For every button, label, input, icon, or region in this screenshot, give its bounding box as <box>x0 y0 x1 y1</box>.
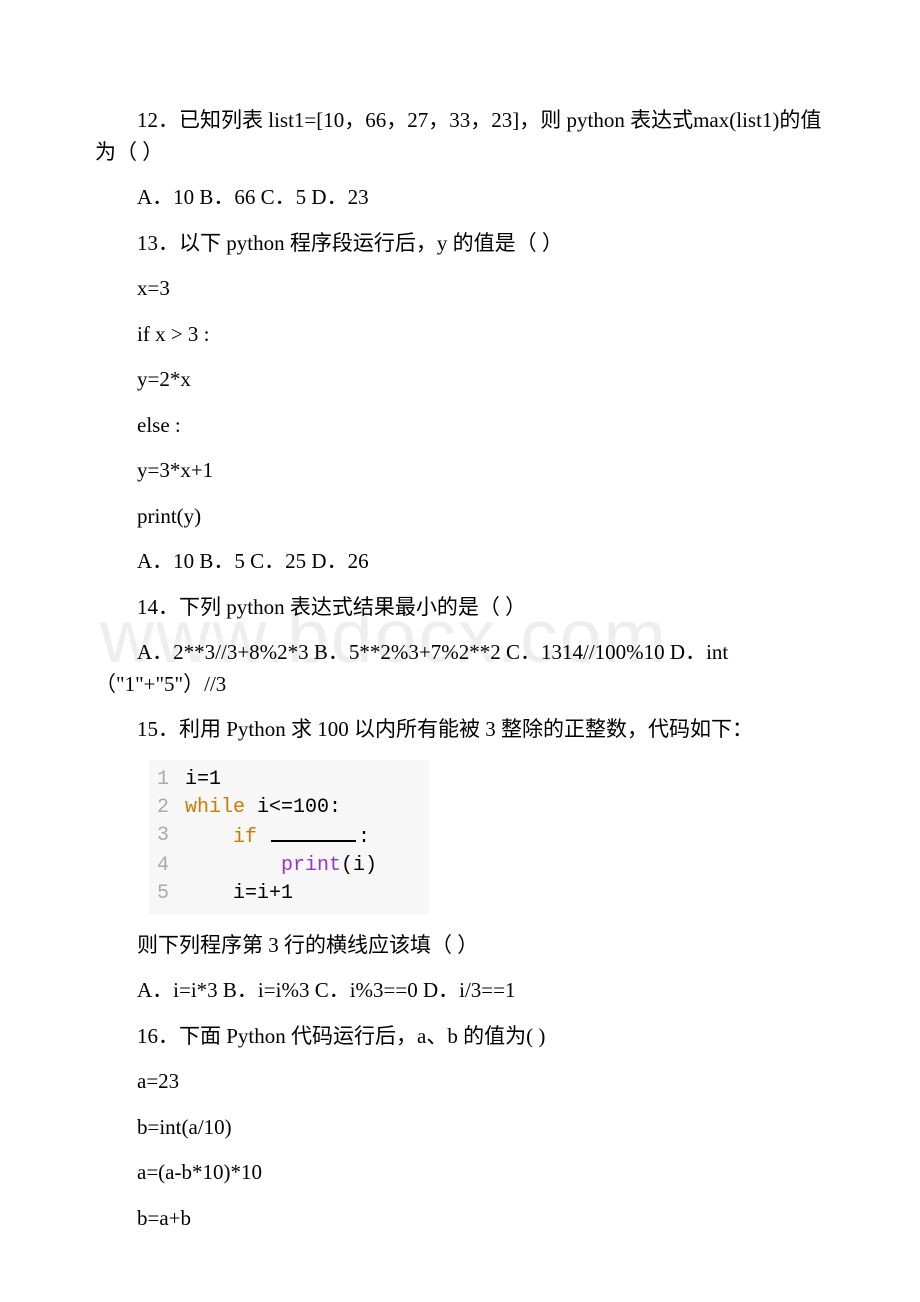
q12-options: A．10 B．66 C．5 D．23 <box>95 182 825 214</box>
line-number: 4 <box>157 852 185 880</box>
q16-code-2: b=int(a/10) <box>95 1112 825 1144</box>
code-text: while i<=100: <box>185 794 421 822</box>
q13-code-1: x=3 <box>95 273 825 305</box>
keyword-while: while <box>185 796 245 819</box>
code-text: i=1 <box>185 766 421 794</box>
line-number: 3 <box>157 822 185 852</box>
q15-options: A．i=i*3 B．i=i%3 C．i%3==0 D．i/3==1 <box>95 975 825 1007</box>
q16-code-3: a=(a-b*10)*10 <box>95 1157 825 1189</box>
q15-text: 15．利用 Python 求 100 以内所有能被 3 整除的正整数，代码如下： <box>95 714 825 746</box>
q15-code-row-4: 4 print(i) <box>157 852 421 880</box>
q15-code-row-5: 5 i=i+1 <box>157 880 421 908</box>
q13-code-5: y=3*x+1 <box>95 455 825 487</box>
q13-code-4: else : <box>95 410 825 442</box>
line-number: 1 <box>157 766 185 794</box>
code-indent <box>185 854 281 877</box>
colon: : <box>358 826 370 849</box>
code-text: print(i) <box>185 852 421 880</box>
q16-text: 16．下面 Python 代码运行后，a、b 的值为( ) <box>95 1021 825 1053</box>
code-text: i=i+1 <box>185 880 421 908</box>
code-indent <box>185 826 233 849</box>
q12-text: 12．已知列表 list1=[10，66，27，33，23]，则 python … <box>95 105 825 168</box>
q13-code-6: print(y) <box>95 501 825 533</box>
q15-code-row-2: 2 while i<=100: <box>157 794 421 822</box>
blank-underline <box>271 822 356 842</box>
builtin-print: print <box>281 854 341 877</box>
q15-code-block: 1 i=1 2 while i<=100: 3 if : 4 print(i) … <box>149 760 429 914</box>
line-number: 2 <box>157 794 185 822</box>
code-rest: i<=100: <box>245 796 341 819</box>
q13-code-2: if x > 3 : <box>95 319 825 351</box>
q13-code-3: y=2*x <box>95 364 825 396</box>
q14-options: A．2**3//3+8%2*3 B．5**2%3+7%2**2 C．1314//… <box>95 637 825 700</box>
q15-code-row-1: 1 i=1 <box>157 766 421 794</box>
code-text: if : <box>185 822 421 852</box>
q15-code-row-3: 3 if : <box>157 822 421 852</box>
keyword-if: if <box>233 826 257 849</box>
q14-text: 14．下列 python 表达式结果最小的是（ ） <box>95 592 825 624</box>
q13-text: 13．以下 python 程序段运行后，y 的值是（ ） <box>95 228 825 260</box>
page-content: 12．已知列表 list1=[10，66，27，33，23]，则 python … <box>95 105 825 1234</box>
q16-code-4: b=a+b <box>95 1203 825 1235</box>
line-number: 5 <box>157 880 185 908</box>
q15-follow: 则下列程序第 3 行的横线应该填（ ） <box>95 930 825 962</box>
q16-code-1: a=23 <box>95 1066 825 1098</box>
q13-options: A．10 B．5 C．25 D．26 <box>95 546 825 578</box>
code-rest: (i) <box>341 854 377 877</box>
